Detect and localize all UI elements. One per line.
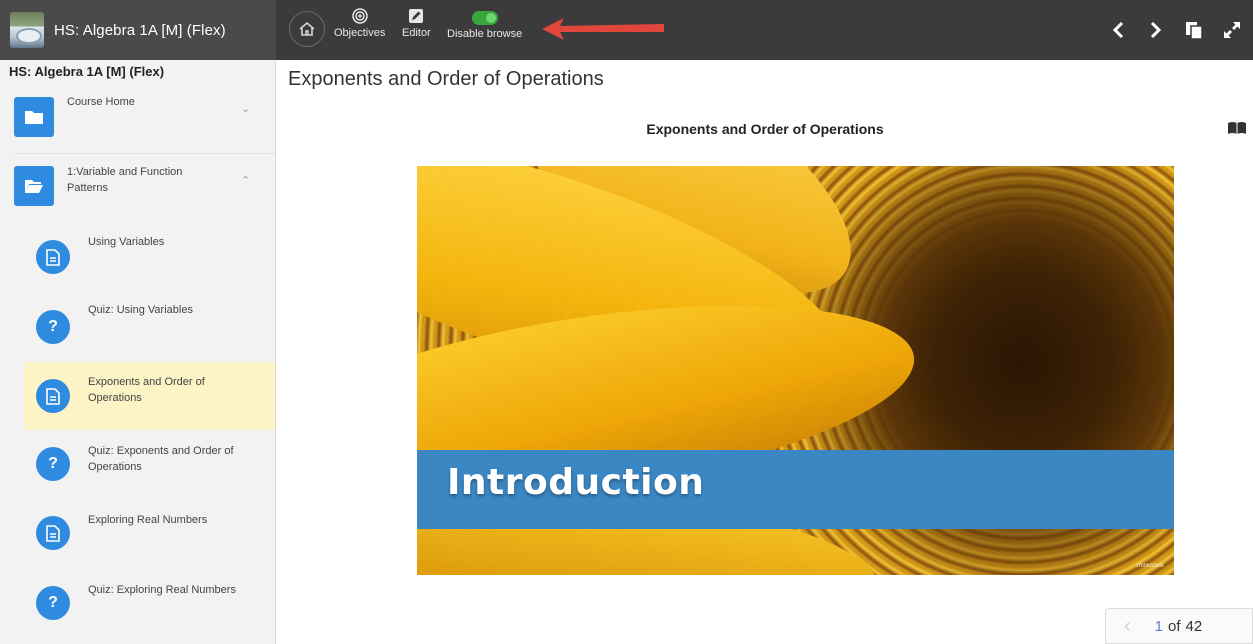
document-icon — [36, 240, 70, 274]
editor-icon — [409, 9, 424, 23]
sidebar-item-label: Exploring Real Numbers — [88, 514, 208, 526]
slide-image: Introduction Thinkstock — [417, 166, 1174, 575]
disable-browse-toggle[interactable]: Disable browse — [447, 8, 522, 40]
copy-icon — [1186, 22, 1203, 40]
document-icon — [36, 516, 70, 550]
sidebar-item-quiz-using-variables[interactable]: ? Quiz: Using Variables — [24, 292, 275, 360]
objectives-button[interactable]: Objectives — [334, 8, 385, 39]
sidebar-title: HS: Algebra 1A [M] (Flex) — [9, 64, 165, 79]
slide-banner-text: Introduction — [447, 462, 705, 503]
course-tab[interactable]: HS: Algebra 1A [M] (Flex) — [0, 0, 276, 60]
expand-icon — [1224, 22, 1240, 38]
pager-of-label: of — [1168, 617, 1181, 635]
quiz-icon: ? — [36, 586, 70, 620]
document-icon — [36, 379, 70, 413]
folder-open-icon — [14, 166, 54, 206]
chevron-down-icon[interactable]: ⌄ — [241, 102, 250, 115]
sidebar-item-exponents-order-operations[interactable]: Exponents and Order of Operations — [24, 362, 275, 430]
sidebar-item-quiz-exponents[interactable]: ? Quiz: Exponents and Order of Operation… — [24, 431, 275, 499]
sidebar-item-using-variables[interactable]: Using Variables — [24, 224, 275, 292]
chevron-right-icon — [1150, 21, 1162, 39]
editor-label: Editor — [402, 27, 431, 39]
sidebar-item-quiz-exploring-real-numbers[interactable]: ? Quiz: Exploring Real Numbers — [24, 570, 275, 638]
book-icon[interactable] — [1227, 121, 1247, 135]
chevron-up-icon[interactable]: ⌃ — [241, 174, 250, 187]
disable-browse-label: Disable browse — [447, 28, 523, 40]
previous-page-button[interactable] — [1101, 10, 1135, 50]
pager-current-page[interactable]: 1 — [1155, 618, 1163, 635]
image-credit: Thinkstock — [1135, 563, 1164, 569]
next-page-button[interactable] — [1139, 10, 1173, 50]
sidebar-item-label: Quiz: Exploring Real Numbers — [88, 584, 236, 596]
sidebar-item-label: Course Home — [67, 96, 135, 108]
sidebar-item-label: Quiz: Exponents and Order of Operations — [88, 445, 234, 473]
sidebar-item-label: Using Variables — [88, 236, 165, 248]
copy-button[interactable] — [1177, 10, 1211, 50]
home-icon — [299, 21, 315, 36]
home-button[interactable] — [289, 11, 325, 47]
folder-icon — [14, 97, 54, 137]
course-sidebar: HS: Algebra 1A [M] (Flex) Course Home ⌄ … — [0, 60, 276, 644]
slide-pager: ‹ 1 of 42 — [1105, 608, 1253, 644]
sidebar-item-exploring-real-numbers[interactable]: Exploring Real Numbers — [24, 500, 275, 568]
sidebar-item-label: Quiz: Using Variables — [88, 304, 193, 316]
pager-total-pages: 42 — [1185, 617, 1203, 635]
page-title: Exponents and Order of Operations — [288, 68, 604, 90]
objectives-icon — [351, 8, 368, 24]
toggle-icon — [471, 11, 498, 25]
objectives-label: Objectives — [334, 27, 386, 39]
page-navigation — [1101, 0, 1253, 60]
chevron-left-icon — [1112, 21, 1124, 39]
slide-title: Exponents and Order of Operations — [646, 121, 884, 137]
sidebar-item-unit-1[interactable]: 1:Variable and Function Patterns ⌃ — [0, 154, 275, 224]
sidebar-item-course-home[interactable]: Course Home ⌄ — [0, 84, 275, 152]
sidebar-item-label: Exponents and Order of Operations — [88, 376, 205, 404]
lesson-content: Exponents and Order of Operations Introd… — [277, 107, 1253, 644]
top-toolbar: HS: Algebra 1A [M] (Flex) Objectives Edi… — [0, 0, 1253, 60]
course-thumbnail — [10, 12, 44, 48]
sidebar-item-label: 1:Variable and Function Patterns — [67, 166, 183, 194]
course-title: HS: Algebra 1A [M] (Flex) — [54, 21, 226, 39]
pager-prev-button[interactable]: ‹ — [1124, 615, 1131, 638]
annotation-arrow-icon — [542, 18, 664, 40]
expand-button[interactable] — [1215, 10, 1249, 50]
slide-banner: Introduction — [417, 450, 1174, 529]
editor-button[interactable]: Editor — [402, 8, 431, 39]
quiz-icon: ? — [36, 310, 70, 344]
quiz-icon: ? — [36, 447, 70, 481]
